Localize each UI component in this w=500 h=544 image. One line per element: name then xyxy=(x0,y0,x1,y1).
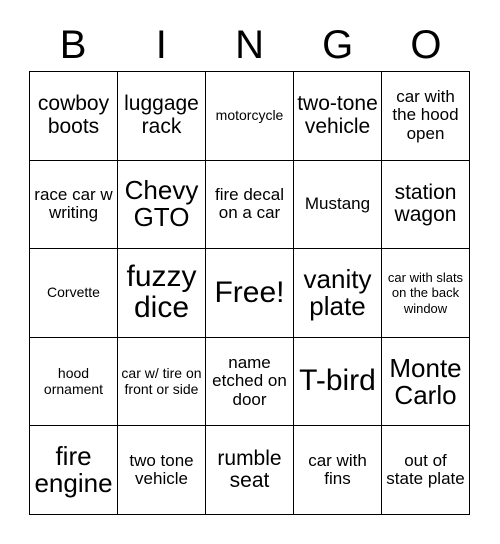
bingo-cell-label: name etched on door xyxy=(212,352,287,409)
bingo-cell-r1-c2[interactable]: luggage rack xyxy=(118,72,206,161)
bingo-cell-label: fire decal on a car xyxy=(215,184,284,223)
bingo-cell-label: Free! xyxy=(214,275,285,309)
bingo-cell-r5-c4[interactable]: car with fins xyxy=(294,426,382,515)
bingo-cell-label: Corvette xyxy=(47,284,100,301)
bingo-cell-label: fuzzy dice xyxy=(126,260,197,324)
bingo-cell-r3-c1[interactable]: Corvette xyxy=(30,249,118,338)
bingo-cell-label: luggage rack xyxy=(124,92,199,138)
bingo-cell-label: hood ornament xyxy=(43,364,104,397)
bingo-grid: cowboy boots luggage rack motorcycle two-to… xyxy=(29,71,470,515)
bingo-cell-r2-c1[interactable]: race car w writing xyxy=(30,160,118,250)
bingo-cell-label: car w/ tire on front or side xyxy=(121,364,202,397)
bingo-cell-r2-c5[interactable]: station wagon xyxy=(382,160,470,250)
bingo-cell-label: station wagon xyxy=(394,180,457,227)
bingo-card: B I N G O cowboy boots luggage rack motorcycle… xyxy=(0,0,500,544)
bingo-header-letter-i: I xyxy=(155,22,167,67)
bingo-cell-r5-c5[interactable]: out of state plate xyxy=(382,426,470,515)
bingo-cell-r5-c3[interactable]: rumble seat xyxy=(206,426,294,515)
bingo-cell-label: cowboy boots xyxy=(37,92,110,138)
bingo-cell-r1-c4[interactable]: two-tone vehicle xyxy=(294,72,382,161)
bingo-cell-r1-c3[interactable]: motorcycle xyxy=(206,72,294,161)
bingo-cell-label: race car w writing xyxy=(34,184,113,223)
bingo-cell-label: car with slats on the back window xyxy=(387,270,464,316)
bingo-cell-label: motorcycle xyxy=(215,106,284,123)
bingo-cell-label: Mustang xyxy=(304,194,371,214)
bingo-cell-r3-c5[interactable]: car with slats on the back window xyxy=(382,249,470,338)
bingo-cell-r5-c2[interactable]: two tone vehicle xyxy=(118,426,206,515)
bingo-cell-label: out of state plate xyxy=(386,450,465,489)
bingo-cell-label: car with the hood open xyxy=(392,86,459,144)
bingo-cell-label: two tone vehicle xyxy=(129,450,194,489)
bingo-cell-r2-c3[interactable]: fire decal on a car xyxy=(206,160,294,250)
bingo-cell-label: two-tone vehicle xyxy=(297,92,378,138)
bingo-cell-r4-c2[interactable]: car w/ tire on front or side xyxy=(118,337,206,427)
bingo-cell-r5-c1[interactable]: fire engine xyxy=(30,426,118,515)
bingo-free-space[interactable]: Free! xyxy=(206,249,294,338)
bingo-cell-r4-c5[interactable]: Monte Carlo xyxy=(382,337,470,427)
bingo-cell-label: T-bird xyxy=(299,364,376,398)
bingo-header-letter-b: B xyxy=(59,22,87,67)
bingo-cell-r2-c2[interactable]: Chevy GTO xyxy=(118,160,206,250)
bingo-cell-r4-c1[interactable]: hood ornament xyxy=(30,337,118,427)
bingo-cell-r1-c5[interactable]: car with the hood open xyxy=(382,72,470,161)
bingo-cell-r3-c2[interactable]: fuzzy dice xyxy=(118,249,206,338)
bingo-header-letter-o: O xyxy=(410,22,442,67)
bingo-cell-label: vanity plate xyxy=(303,263,372,321)
bingo-cell-r4-c4[interactable]: T-bird xyxy=(294,337,382,427)
bingo-cell-label: Monte Carlo xyxy=(389,352,462,410)
bingo-cell-r2-c4[interactable]: Mustang xyxy=(294,160,382,250)
bingo-cell-label: Chevy GTO xyxy=(124,175,199,233)
bingo-cell-label: fire engine xyxy=(34,441,113,499)
bingo-cell-label: rumble seat xyxy=(217,446,282,493)
bingo-cell-r4-c3[interactable]: name etched on door xyxy=(206,337,294,427)
bingo-header: BINGO xyxy=(29,18,470,71)
bingo-cell-r1-c1[interactable]: cowboy boots xyxy=(30,72,118,161)
bingo-cell-label: car with fins xyxy=(308,450,367,489)
bingo-cell-r3-c4[interactable]: vanity plate xyxy=(294,249,382,338)
bingo-header-letter-g: G xyxy=(322,22,354,67)
bingo-header-letter-n: N xyxy=(235,22,264,67)
